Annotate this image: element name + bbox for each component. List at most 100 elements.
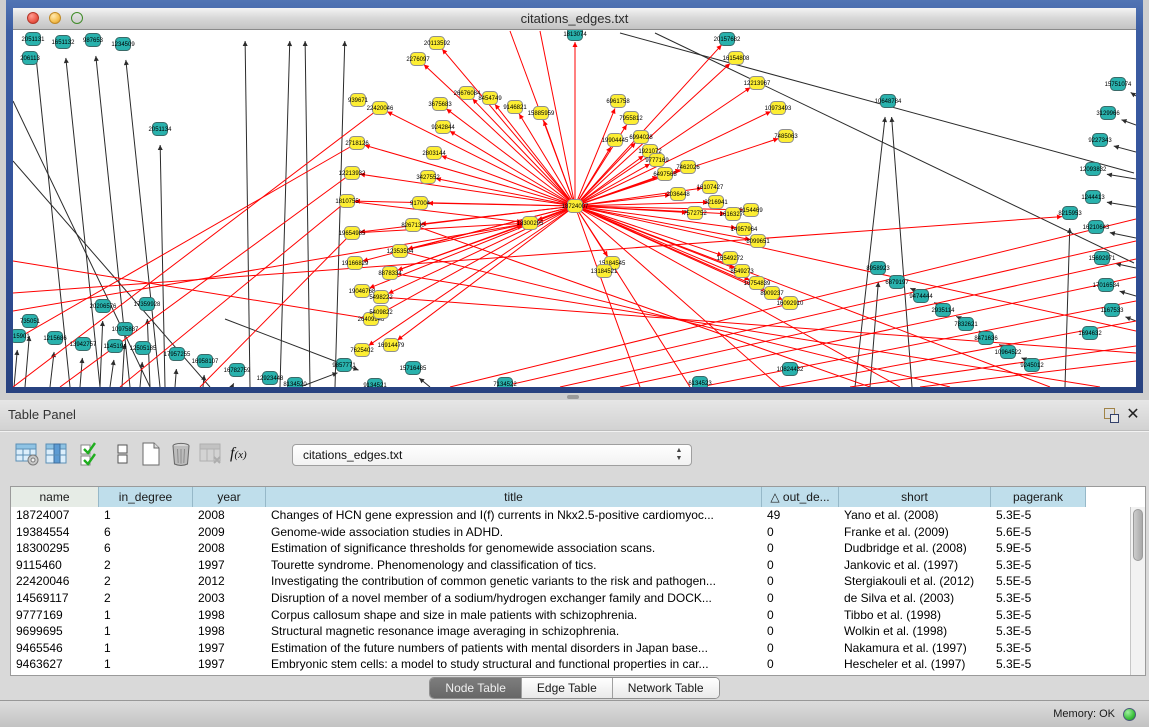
- cell-name[interactable]: 9777169: [11, 607, 99, 624]
- graph-node[interactable]: 7485063: [774, 130, 798, 143]
- graph-node[interactable]: 917004: [410, 197, 431, 210]
- table-selector[interactable]: citations_edges.txt ▲▼: [292, 444, 692, 466]
- graph-node[interactable]: 15751074: [1105, 78, 1132, 91]
- cell-out_degree[interactable]: 0: [762, 640, 839, 657]
- cell-in_degree[interactable]: 1: [99, 640, 193, 657]
- cell-title[interactable]: Investigating the contribution of common…: [266, 573, 762, 590]
- cell-pagerank[interactable]: 5.3E-5: [991, 557, 1086, 574]
- cell-year[interactable]: 1997: [193, 640, 266, 657]
- column-header-year[interactable]: year: [193, 487, 266, 507]
- cell-in_degree[interactable]: 1: [99, 656, 193, 673]
- graph-node[interactable]: 8099651: [746, 235, 770, 248]
- cell-name[interactable]: 9463627: [11, 656, 99, 673]
- graph-node[interactable]: 8958923: [866, 262, 890, 275]
- graph-node[interactable]: 12213932: [339, 167, 366, 180]
- graph-node[interactable]: 10648784: [875, 95, 902, 108]
- cell-year[interactable]: 2008: [193, 540, 266, 557]
- cell-pagerank[interactable]: 5.3E-5: [991, 640, 1086, 657]
- graph-node[interactable]: 10975887: [112, 323, 139, 336]
- cell-title[interactable]: Corpus callosum shape and size in male p…: [266, 607, 762, 624]
- network-canvas[interactable]: 1872400718300295224200469396712718126122…: [13, 30, 1136, 387]
- graph-node[interactable]: 20113592: [424, 37, 451, 50]
- graph-node[interactable]: 9134521: [363, 379, 387, 388]
- column-header-in_degree[interactable]: in_degree: [99, 487, 193, 507]
- table-settings-icon[interactable]: [14, 441, 40, 467]
- graph-node[interactable]: 19654985: [339, 227, 366, 240]
- graph-node[interactable]: 14957964: [731, 223, 758, 236]
- cell-out_degree[interactable]: 49: [762, 507, 839, 524]
- cell-in_degree[interactable]: 1: [99, 623, 193, 640]
- graph-node[interactable]: 7832621: [954, 318, 978, 331]
- graph-node[interactable]: 16958107: [192, 355, 219, 368]
- graph-node[interactable]: 8878334: [378, 267, 402, 280]
- cell-short[interactable]: Hescheler et al. (1997): [839, 656, 991, 673]
- graph-node[interactable]: 7955812: [619, 112, 643, 125]
- cell-year[interactable]: 2009: [193, 524, 266, 541]
- cell-name[interactable]: 9115460: [11, 557, 99, 574]
- tab-node-table[interactable]: Node Table: [430, 678, 522, 698]
- graph-node[interactable]: 3675683: [428, 98, 452, 111]
- graph-node[interactable]: 20157682: [714, 33, 741, 46]
- graph-node[interactable]: 10824432: [777, 363, 804, 376]
- graph-node[interactable]: 13942757: [70, 338, 97, 351]
- cell-short[interactable]: Jankovic et al. (1997): [839, 557, 991, 574]
- cell-name[interactable]: 22420046: [11, 573, 99, 590]
- cell-pagerank[interactable]: 5.3E-5: [991, 507, 1086, 524]
- cell-short[interactable]: Dudbridge et al. (2008): [839, 540, 991, 557]
- cell-short[interactable]: de Silva et al. (2003): [839, 590, 991, 607]
- graph-node[interactable]: 8215953: [1058, 207, 1082, 220]
- graph-node[interactable]: 15885959: [528, 107, 555, 120]
- graph-node[interactable]: 16107427: [697, 181, 724, 194]
- cell-title[interactable]: Structural magnetic resonance image aver…: [266, 623, 762, 640]
- graph-node[interactable]: 16914479: [378, 339, 405, 352]
- graph-node[interactable]: 3427552: [416, 171, 440, 184]
- close-panel-icon[interactable]: ✕: [1125, 405, 1141, 425]
- table-row[interactable]: 1872400712008Changes of HCN gene express…: [11, 507, 1130, 524]
- cell-pagerank[interactable]: 5.3E-5: [991, 590, 1086, 607]
- graph-node[interactable]: 7625402: [350, 344, 374, 357]
- cell-title[interactable]: Estimation of the future numbers of pati…: [266, 640, 762, 657]
- cell-out_degree[interactable]: 0: [762, 557, 839, 574]
- column-header-out_de[interactable]: △ out_de...: [762, 487, 839, 507]
- scrollbar-thumb[interactable]: [1133, 509, 1143, 561]
- graph-node[interactable]: 7134522: [493, 378, 517, 388]
- cell-in_degree[interactable]: 6: [99, 524, 193, 541]
- cell-pagerank[interactable]: 5.9E-5: [991, 540, 1086, 557]
- graph-node[interactable]: 987653: [83, 34, 104, 47]
- cell-out_degree[interactable]: 0: [762, 590, 839, 607]
- cell-pagerank[interactable]: 5.6E-5: [991, 524, 1086, 541]
- graph-node[interactable]: 2803144: [422, 147, 446, 160]
- cell-pagerank[interactable]: 5.3E-5: [991, 607, 1086, 624]
- cell-in_degree[interactable]: 2: [99, 590, 193, 607]
- cell-short[interactable]: Franke et al. (2009): [839, 524, 991, 541]
- graph-node[interactable]: 16782759: [224, 364, 251, 377]
- cell-short[interactable]: Tibbo et al. (1998): [839, 607, 991, 624]
- column-header-title[interactable]: title: [266, 487, 762, 507]
- graph-node[interactable]: 1694632: [1078, 327, 1102, 340]
- cell-pagerank[interactable]: 5.3E-5: [991, 656, 1086, 673]
- graph-node[interactable]: 26676084: [454, 87, 481, 100]
- graph-node[interactable]: 15716485: [400, 362, 427, 375]
- cell-title[interactable]: Estimation of significance thresholds fo…: [266, 540, 762, 557]
- graph-node[interactable]: 8454749: [478, 92, 502, 105]
- tab-network-table[interactable]: Network Table: [613, 678, 719, 698]
- graph-node[interactable]: 6879197: [885, 276, 909, 289]
- tab-edge-table[interactable]: Edge Table: [522, 678, 613, 698]
- graph-node[interactable]: 1651132: [52, 36, 76, 49]
- cell-name[interactable]: 9699695: [11, 623, 99, 640]
- graph-node[interactable]: 1234509: [111, 38, 135, 51]
- table-row[interactable]: 911546021997Tourette syndrome. Phenomeno…: [11, 557, 1130, 574]
- float-panel-icon[interactable]: [1103, 407, 1119, 423]
- new-file-icon[interactable]: [138, 441, 164, 467]
- table-row[interactable]: 1938455462009Genome-wide association stu…: [11, 524, 1130, 541]
- graph-node[interactable]: 1813074: [563, 30, 587, 41]
- cell-name[interactable]: 18300295: [11, 540, 99, 557]
- graph-node[interactable]: 6994028: [629, 131, 653, 144]
- graph-node[interactable]: 2935114: [932, 304, 956, 317]
- cell-in_degree[interactable]: 1: [99, 507, 193, 524]
- graph-node[interactable]: 939671: [348, 94, 369, 107]
- cell-year[interactable]: 1997: [193, 557, 266, 574]
- column-header-name[interactable]: name: [11, 487, 99, 507]
- table-row[interactable]: 1830029562008Estimation of significance …: [11, 540, 1130, 557]
- graph-node[interactable]: 1244413: [1081, 191, 1105, 204]
